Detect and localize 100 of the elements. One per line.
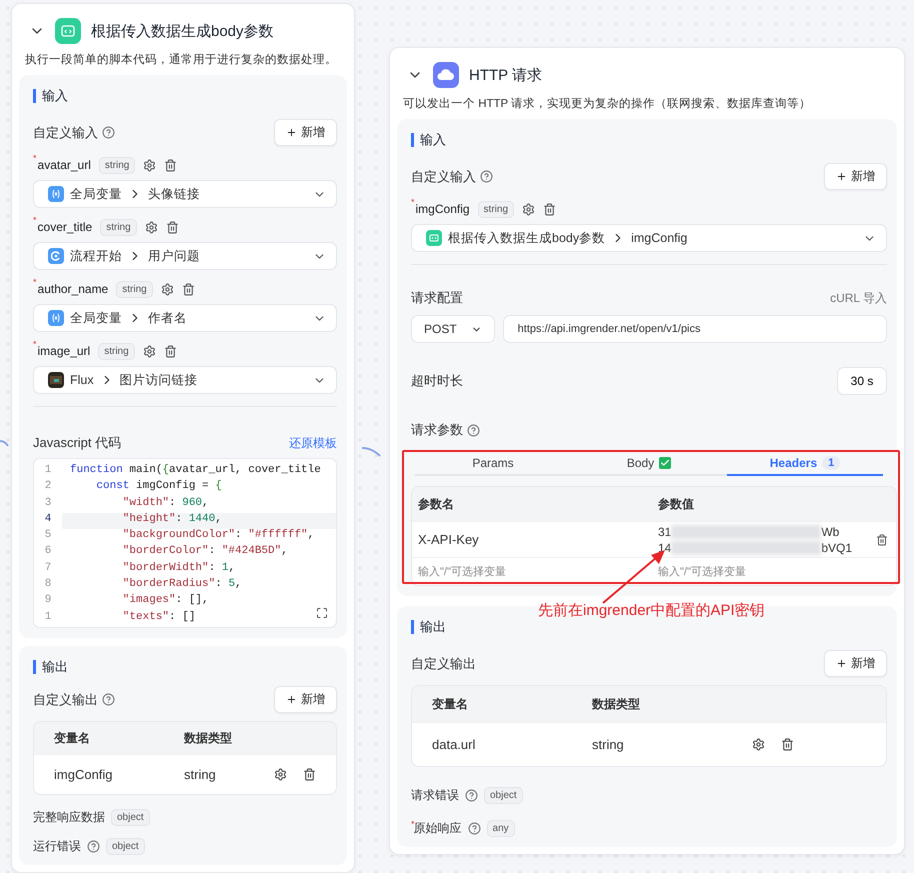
field-label: 自定义输入 bbox=[411, 168, 476, 186]
code-icon bbox=[426, 230, 442, 246]
add-button[interactable]: 新增 bbox=[824, 650, 887, 677]
help-icon[interactable] bbox=[87, 840, 100, 853]
section-title: 输出 bbox=[411, 620, 887, 634]
variable-select[interactable]: Flux 图片访问链接 bbox=[33, 366, 337, 394]
plus-icon bbox=[836, 658, 847, 669]
required-mark: * bbox=[33, 216, 37, 225]
add-button[interactable]: 新增 bbox=[274, 686, 337, 713]
count-badge: 1 bbox=[822, 456, 840, 470]
delete-icon[interactable] bbox=[543, 202, 556, 216]
code-editor[interactable] bbox=[33, 458, 337, 628]
type-tag: object bbox=[484, 787, 523, 804]
settings-icon[interactable] bbox=[143, 158, 156, 172]
params-tab[interactable]: Body bbox=[571, 451, 727, 476]
node-title: 根据传入数据生成body参数 bbox=[91, 22, 274, 40]
curl-import-link[interactable]: cURL 导入 bbox=[830, 290, 887, 306]
required-mark: * bbox=[33, 278, 37, 287]
column-header: 变量名 bbox=[52, 730, 91, 746]
settings-icon[interactable] bbox=[160, 282, 174, 296]
delete-icon[interactable] bbox=[164, 158, 178, 172]
line-number: 9 bbox=[44, 594, 52, 608]
field-label: Javascript 代码 bbox=[33, 434, 122, 452]
help-icon[interactable] bbox=[480, 170, 493, 183]
settings-icon[interactable] bbox=[144, 220, 158, 234]
line-number: 1 bbox=[44, 464, 52, 478]
settings-icon[interactable] bbox=[274, 768, 287, 781]
param-input[interactable]: 输入"/"可选择变量 bbox=[412, 564, 652, 578]
field-label: 自定义输出 bbox=[411, 654, 476, 672]
field-label: 自定义输入 bbox=[33, 124, 98, 142]
delete-icon[interactable] bbox=[182, 282, 195, 296]
field-label: 超时时长 bbox=[411, 372, 463, 390]
field-label: 请求配置 bbox=[411, 289, 463, 307]
help-icon[interactable] bbox=[465, 789, 478, 802]
help-icon[interactable] bbox=[102, 693, 115, 706]
variable-icon bbox=[48, 310, 64, 326]
table-cell-text: data.url bbox=[431, 737, 476, 752]
delete-icon[interactable] bbox=[876, 534, 888, 546]
plus-icon bbox=[286, 694, 297, 705]
code-line: function main({avatar_url, cover_title bbox=[69, 464, 321, 478]
node-description: 执行一段简单的脚本代码，通常用于进行复杂的数据处理。 bbox=[24, 52, 338, 68]
section-title: 输出 bbox=[33, 660, 337, 674]
code-line: "borderWidth": 1, bbox=[122, 562, 236, 576]
node-title: HTTP 请求 bbox=[469, 66, 542, 84]
line-number: 6 bbox=[44, 545, 52, 560]
variable-name: avatar_url bbox=[38, 158, 91, 172]
settings-icon[interactable] bbox=[142, 344, 156, 358]
delete-icon[interactable] bbox=[164, 344, 177, 358]
help-icon[interactable] bbox=[467, 424, 480, 436]
node-description: 可以发出一个 HTTP 请求，实现更为复杂的操作（联网搜索、数据库查询等） bbox=[402, 96, 812, 112]
variable-select[interactable]: 全局变量 头像链接 bbox=[33, 180, 337, 208]
code-line: "width": 960, bbox=[122, 496, 209, 511]
output-label: 原始响应 bbox=[414, 821, 462, 837]
variable-select[interactable]: 全局变量 作者名 bbox=[33, 304, 337, 332]
start-icon bbox=[48, 248, 64, 264]
required-mark: * bbox=[33, 154, 37, 163]
restore-template-link[interactable]: 还原模板 bbox=[289, 434, 337, 452]
type-tag: object bbox=[106, 838, 145, 855]
code-line: "backgroundColor": "#ffffff", bbox=[122, 529, 314, 544]
url-field[interactable]: https://api.imgrender.net/open/v1/pics bbox=[502, 315, 887, 343]
add-button[interactable]: 新增 bbox=[274, 119, 337, 146]
code-node-icon bbox=[55, 18, 81, 44]
line-number: 8 bbox=[44, 578, 52, 592]
help-icon[interactable] bbox=[468, 822, 481, 835]
settings-icon[interactable] bbox=[752, 738, 765, 751]
section-title: 输入 bbox=[33, 89, 337, 103]
line-number: 5 bbox=[44, 529, 52, 544]
column-header: 数据类型 bbox=[182, 730, 233, 746]
column-header: 变量名 bbox=[430, 696, 469, 712]
field-label: 自定义输出 bbox=[33, 690, 98, 708]
fullscreen-icon[interactable] bbox=[316, 607, 328, 619]
code-line: "borderRadius": 5, bbox=[122, 578, 242, 592]
params-tab[interactable]: Params bbox=[415, 451, 571, 476]
line-number: 2 bbox=[44, 480, 52, 494]
params-tab[interactable]: Headers 1 bbox=[727, 451, 883, 476]
image-thumbnail bbox=[48, 372, 64, 388]
add-button[interactable]: 新增 bbox=[824, 163, 887, 190]
type-tag: string bbox=[478, 200, 514, 218]
method-select[interactable]: POST bbox=[411, 315, 495, 343]
variable-select[interactable]: 根据传入数据生成body参数 imgConfig bbox=[411, 224, 887, 252]
delete-icon[interactable] bbox=[166, 220, 179, 234]
delete-icon[interactable] bbox=[781, 738, 794, 751]
line-number: 1 bbox=[44, 610, 52, 625]
param-input[interactable]: 输入"/"可选择变量 bbox=[652, 564, 896, 578]
section-title: 输入 bbox=[411, 133, 887, 147]
type-tag: string bbox=[116, 280, 153, 298]
output-label: 完整响应数据 bbox=[33, 809, 105, 826]
timeout-field[interactable]: 30 s bbox=[837, 367, 887, 395]
variable-select[interactable]: 流程开始 用户问题 bbox=[33, 242, 337, 270]
type-tag: string bbox=[98, 342, 135, 360]
delete-icon[interactable] bbox=[303, 768, 316, 781]
column-header: 数据类型 bbox=[590, 696, 641, 712]
settings-icon[interactable] bbox=[522, 202, 535, 216]
table-cell-text: X-API-Key bbox=[417, 532, 480, 547]
table-cell-text: string bbox=[591, 737, 625, 752]
variable-name: imgConfig bbox=[416, 202, 470, 216]
type-tag: string bbox=[98, 156, 136, 174]
help-icon[interactable] bbox=[102, 126, 115, 139]
type-tag: object bbox=[111, 809, 150, 826]
line-number: 4 bbox=[44, 512, 52, 527]
